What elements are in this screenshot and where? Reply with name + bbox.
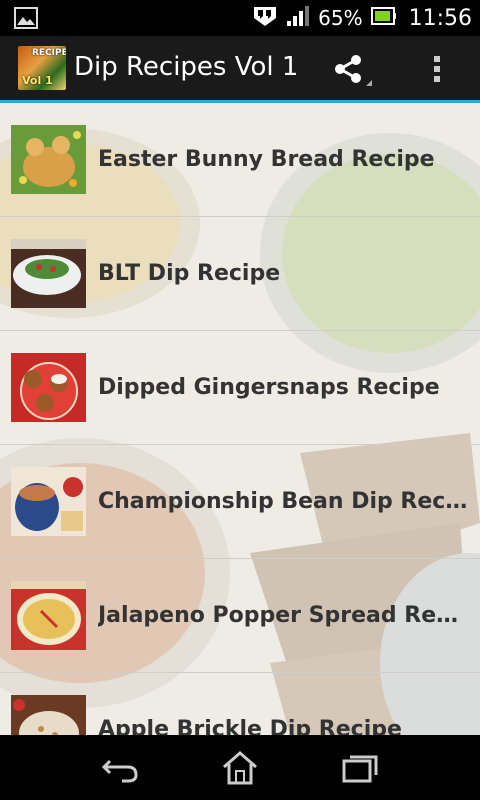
back-button[interactable]: [96, 749, 144, 787]
clock: 11:56: [408, 5, 472, 31]
navigation-bar: [0, 735, 480, 800]
battery-percent: 65%: [318, 6, 363, 30]
overflow-menu-button[interactable]: [418, 48, 458, 90]
app-logo-top-text: RECIPES: [32, 48, 66, 58]
recipe-list-container[interactable]: Easter Bunny Bread Recipe BLT Dip Recipe: [0, 103, 480, 735]
recent-apps-icon: [342, 755, 378, 783]
recipe-title: Easter Bunny Bread Recipe: [98, 147, 435, 172]
list-item[interactable]: Apple Brickle Dip Recipe: [0, 673, 480, 735]
recipe-thumbnail: [11, 467, 86, 536]
recipe-title: BLT Dip Recipe: [98, 261, 281, 286]
recipe-thumbnail: [11, 695, 86, 735]
back-icon: [101, 759, 138, 783]
list-item[interactable]: Easter Bunny Bread Recipe: [0, 103, 480, 217]
recipe-title: Jalapeno Popper Spread Rec...: [98, 603, 468, 628]
hangouts-icon: [252, 5, 278, 31]
list-item[interactable]: Championship Bean Dip Reci...: [0, 445, 480, 559]
recipe-list: Easter Bunny Bread Recipe BLT Dip Recipe: [0, 103, 480, 735]
app-logo-text: Vol 1: [22, 74, 53, 87]
recipe-thumbnail: [11, 125, 86, 194]
home-button[interactable]: [216, 749, 264, 787]
recipe-title: Championship Bean Dip Reci...: [98, 489, 468, 514]
recipe-title: Dipped Gingersnaps Recipe: [98, 375, 440, 400]
image-notification-icon: [14, 7, 38, 33]
home-icon: [223, 751, 257, 785]
list-item[interactable]: BLT Dip Recipe: [0, 217, 480, 331]
action-bar: RECIPES Vol 1 Dip Recipes Vol 1: [0, 36, 480, 103]
list-item[interactable]: Jalapeno Popper Spread Rec...: [0, 559, 480, 673]
recent-apps-button[interactable]: [336, 749, 384, 787]
status-bar: 65% 11:56: [0, 0, 480, 36]
signal-icon: [286, 5, 310, 31]
app-logo[interactable]: RECIPES Vol 1: [18, 46, 66, 90]
recipe-thumbnail: [11, 239, 86, 308]
battery-icon: [370, 5, 397, 31]
overflow-menu-icon: [434, 56, 440, 82]
app-title: Dip Recipes Vol 1: [74, 52, 299, 82]
recipe-thumbnail: [11, 581, 86, 650]
list-item[interactable]: Dipped Gingersnaps Recipe: [0, 331, 480, 445]
recipe-title: Apple Brickle Dip Recipe: [98, 717, 402, 735]
recipe-thumbnail: [11, 353, 86, 422]
share-button[interactable]: [326, 48, 376, 90]
share-icon: [335, 55, 372, 86]
